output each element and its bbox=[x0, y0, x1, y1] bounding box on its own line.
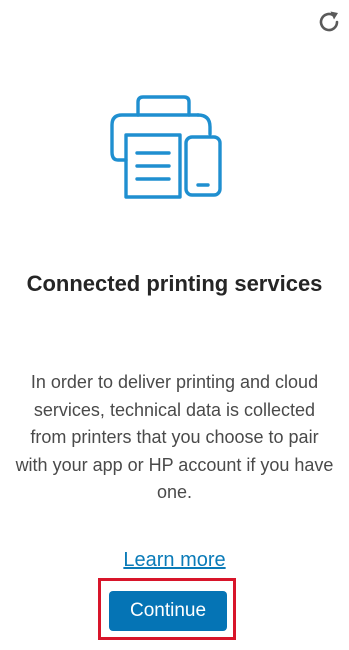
description-text: In order to deliver printing and cloud s… bbox=[15, 372, 334, 502]
page-title: Connected printing services bbox=[26, 271, 323, 296]
learn-more-link[interactable]: Learn more bbox=[0, 546, 349, 574]
printer-and-phone-icon bbox=[110, 95, 222, 199]
refresh-icon bbox=[319, 11, 339, 32]
refresh-button[interactable] bbox=[315, 8, 343, 36]
continue-button[interactable]: Continue bbox=[109, 591, 227, 631]
